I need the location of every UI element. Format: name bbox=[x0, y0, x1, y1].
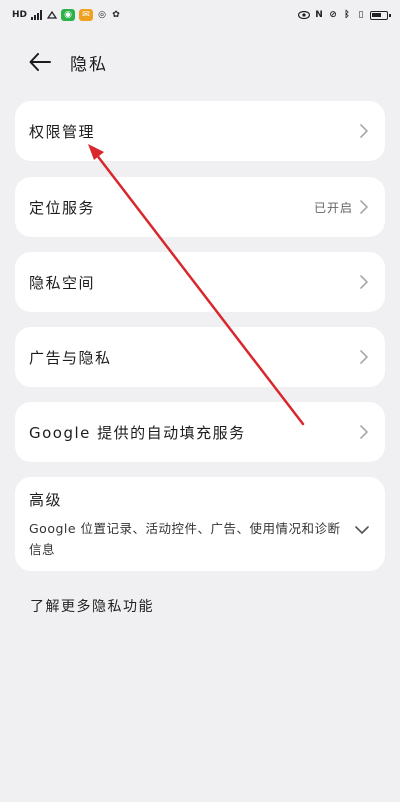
signal-icon bbox=[31, 9, 43, 21]
advanced-title: 高级 bbox=[29, 490, 63, 509]
mute-icon: ⊘ bbox=[329, 10, 337, 20]
chevron-down-icon bbox=[355, 519, 369, 538]
hd-icon: HD bbox=[12, 10, 28, 20]
row-label: 权限管理 bbox=[29, 122, 96, 141]
row-label: 隐私空间 bbox=[29, 273, 96, 292]
row-label: Google 提供的自动填充服务 bbox=[29, 423, 246, 442]
row-label: 定位服务 bbox=[29, 198, 96, 217]
learn-more-privacy-link[interactable]: 了解更多隐私功能 bbox=[30, 596, 154, 616]
app-icon: ✉ bbox=[79, 9, 94, 21]
back-button[interactable] bbox=[20, 42, 60, 82]
chevron-right-icon bbox=[359, 425, 369, 439]
app-notification-icon: ✿ bbox=[112, 10, 120, 20]
location-status-value: 已开启 bbox=[313, 200, 353, 215]
location-service-row[interactable]: 定位服务 已开启 bbox=[15, 177, 385, 237]
status-left: HD ◉ ✉ ◎ ✿ bbox=[12, 9, 121, 21]
status-bar: HD ◉ ✉ ◎ ✿ N ⊘ ᛒ ▯ bbox=[0, 0, 400, 30]
chevron-right-icon bbox=[359, 124, 369, 138]
status-right: N ⊘ ᛒ ▯ bbox=[298, 9, 391, 21]
advanced-section[interactable]: 高级 Google 位置记录、活动控件、广告、使用情况和诊断信息 bbox=[15, 477, 385, 571]
notification-icon bbox=[47, 9, 58, 21]
chevron-right-icon bbox=[359, 200, 369, 214]
private-space-row[interactable]: 隐私空间 bbox=[15, 252, 385, 312]
wechat-icon: ◉ bbox=[61, 9, 76, 21]
compass-icon: ◎ bbox=[98, 10, 106, 20]
ads-privacy-row[interactable]: 广告与隐私 bbox=[15, 327, 385, 387]
chevron-right-icon bbox=[359, 350, 369, 364]
nfc-icon: N bbox=[315, 10, 323, 20]
chevron-right-icon bbox=[359, 275, 369, 289]
battery-icon bbox=[370, 10, 391, 20]
permission-management-row[interactable]: 权限管理 bbox=[15, 101, 385, 161]
vibrate-icon: ▯ bbox=[358, 10, 364, 20]
page-title: 隐私 bbox=[70, 54, 108, 75]
bluetooth-icon: ᛒ bbox=[344, 10, 350, 20]
back-arrow-icon bbox=[29, 53, 51, 71]
row-label: 广告与隐私 bbox=[29, 348, 112, 367]
header: 隐私 bbox=[0, 40, 400, 84]
eye-icon bbox=[298, 9, 310, 21]
google-autofill-row[interactable]: Google 提供的自动填充服务 bbox=[15, 402, 385, 462]
advanced-description: Google 位置记录、活动控件、广告、使用情况和诊断信息 bbox=[29, 520, 341, 557]
